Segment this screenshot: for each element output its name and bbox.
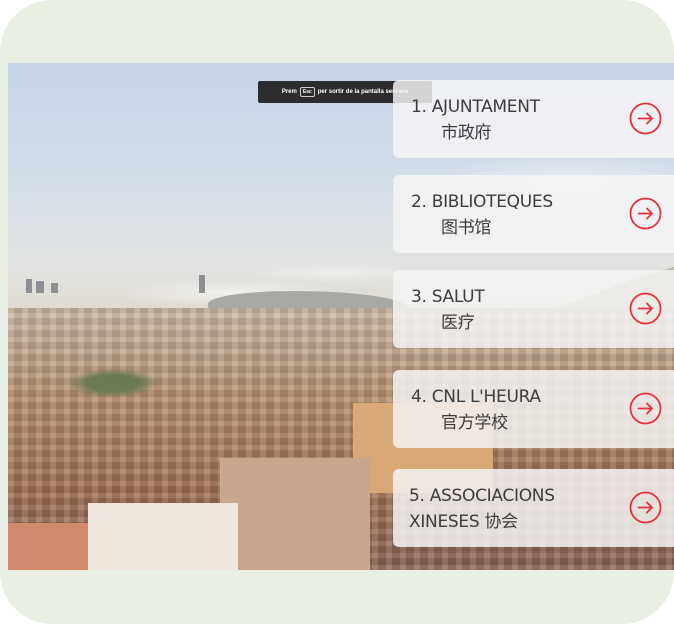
- notice-prefix: Prem: [281, 89, 297, 95]
- menu-item-biblioteques[interactable]: 2. BIBLIOTEQUES 图书馆: [393, 175, 674, 253]
- arrow-right-circle-icon[interactable]: [629, 292, 662, 325]
- building: [220, 458, 370, 570]
- park-trees: [68, 368, 158, 398]
- menu-item-subtitle: 医疗: [441, 313, 475, 333]
- arrow-right-circle-icon[interactable]: [629, 491, 662, 524]
- menu-item-title: 3. SALUT: [411, 287, 485, 307]
- menu-item-subtitle: 协会: [484, 512, 518, 532]
- menu-item-title: 4. CNL L'HEURA: [411, 387, 541, 407]
- building: [88, 503, 238, 570]
- arrow-right-circle-icon[interactable]: [629, 392, 662, 425]
- arrow-right-circle-icon[interactable]: [629, 197, 662, 230]
- menu-item-ajuntament[interactable]: 1. AJUNTAMENT 市政府: [393, 80, 674, 158]
- menu-item-label: 2. BIBLIOTEQUES 图书馆: [411, 189, 553, 241]
- menu-item-subtitle: 图书馆: [441, 218, 492, 238]
- menu-item-label: 3. SALUT 医疗: [411, 284, 485, 336]
- menu-item-title: 5. ASSOCIACIONS XINESES: [409, 486, 555, 532]
- menu-item-title: 1. AJUNTAMENT: [411, 97, 540, 117]
- menu-item-label: 4. CNL L'HEURA 官方学校: [411, 384, 541, 436]
- menu-item-label: 1. AJUNTAMENT 市政府: [411, 94, 540, 146]
- menu-item-subtitle: 官方学校: [441, 413, 508, 433]
- arrow-right-circle-icon[interactable]: [629, 102, 662, 135]
- building: [8, 523, 88, 570]
- app-frame: Prem Esc per sortir de la pantalla sence…: [0, 0, 674, 624]
- menu-item-label: 5. ASSOCIACIONS XINESES 协会: [409, 483, 609, 535]
- menu-item-subtitle: 市政府: [441, 123, 492, 143]
- esc-key: Esc: [299, 87, 315, 97]
- menu-item-cnl-lheura[interactable]: 4. CNL L'HEURA 官方学校: [393, 370, 674, 448]
- menu-item-associacions-xineses[interactable]: 5. ASSOCIACIONS XINESES 协会: [393, 469, 674, 547]
- menu-item-salut[interactable]: 3. SALUT 医疗: [393, 270, 674, 348]
- menu-item-title: 2. BIBLIOTEQUES: [411, 192, 553, 212]
